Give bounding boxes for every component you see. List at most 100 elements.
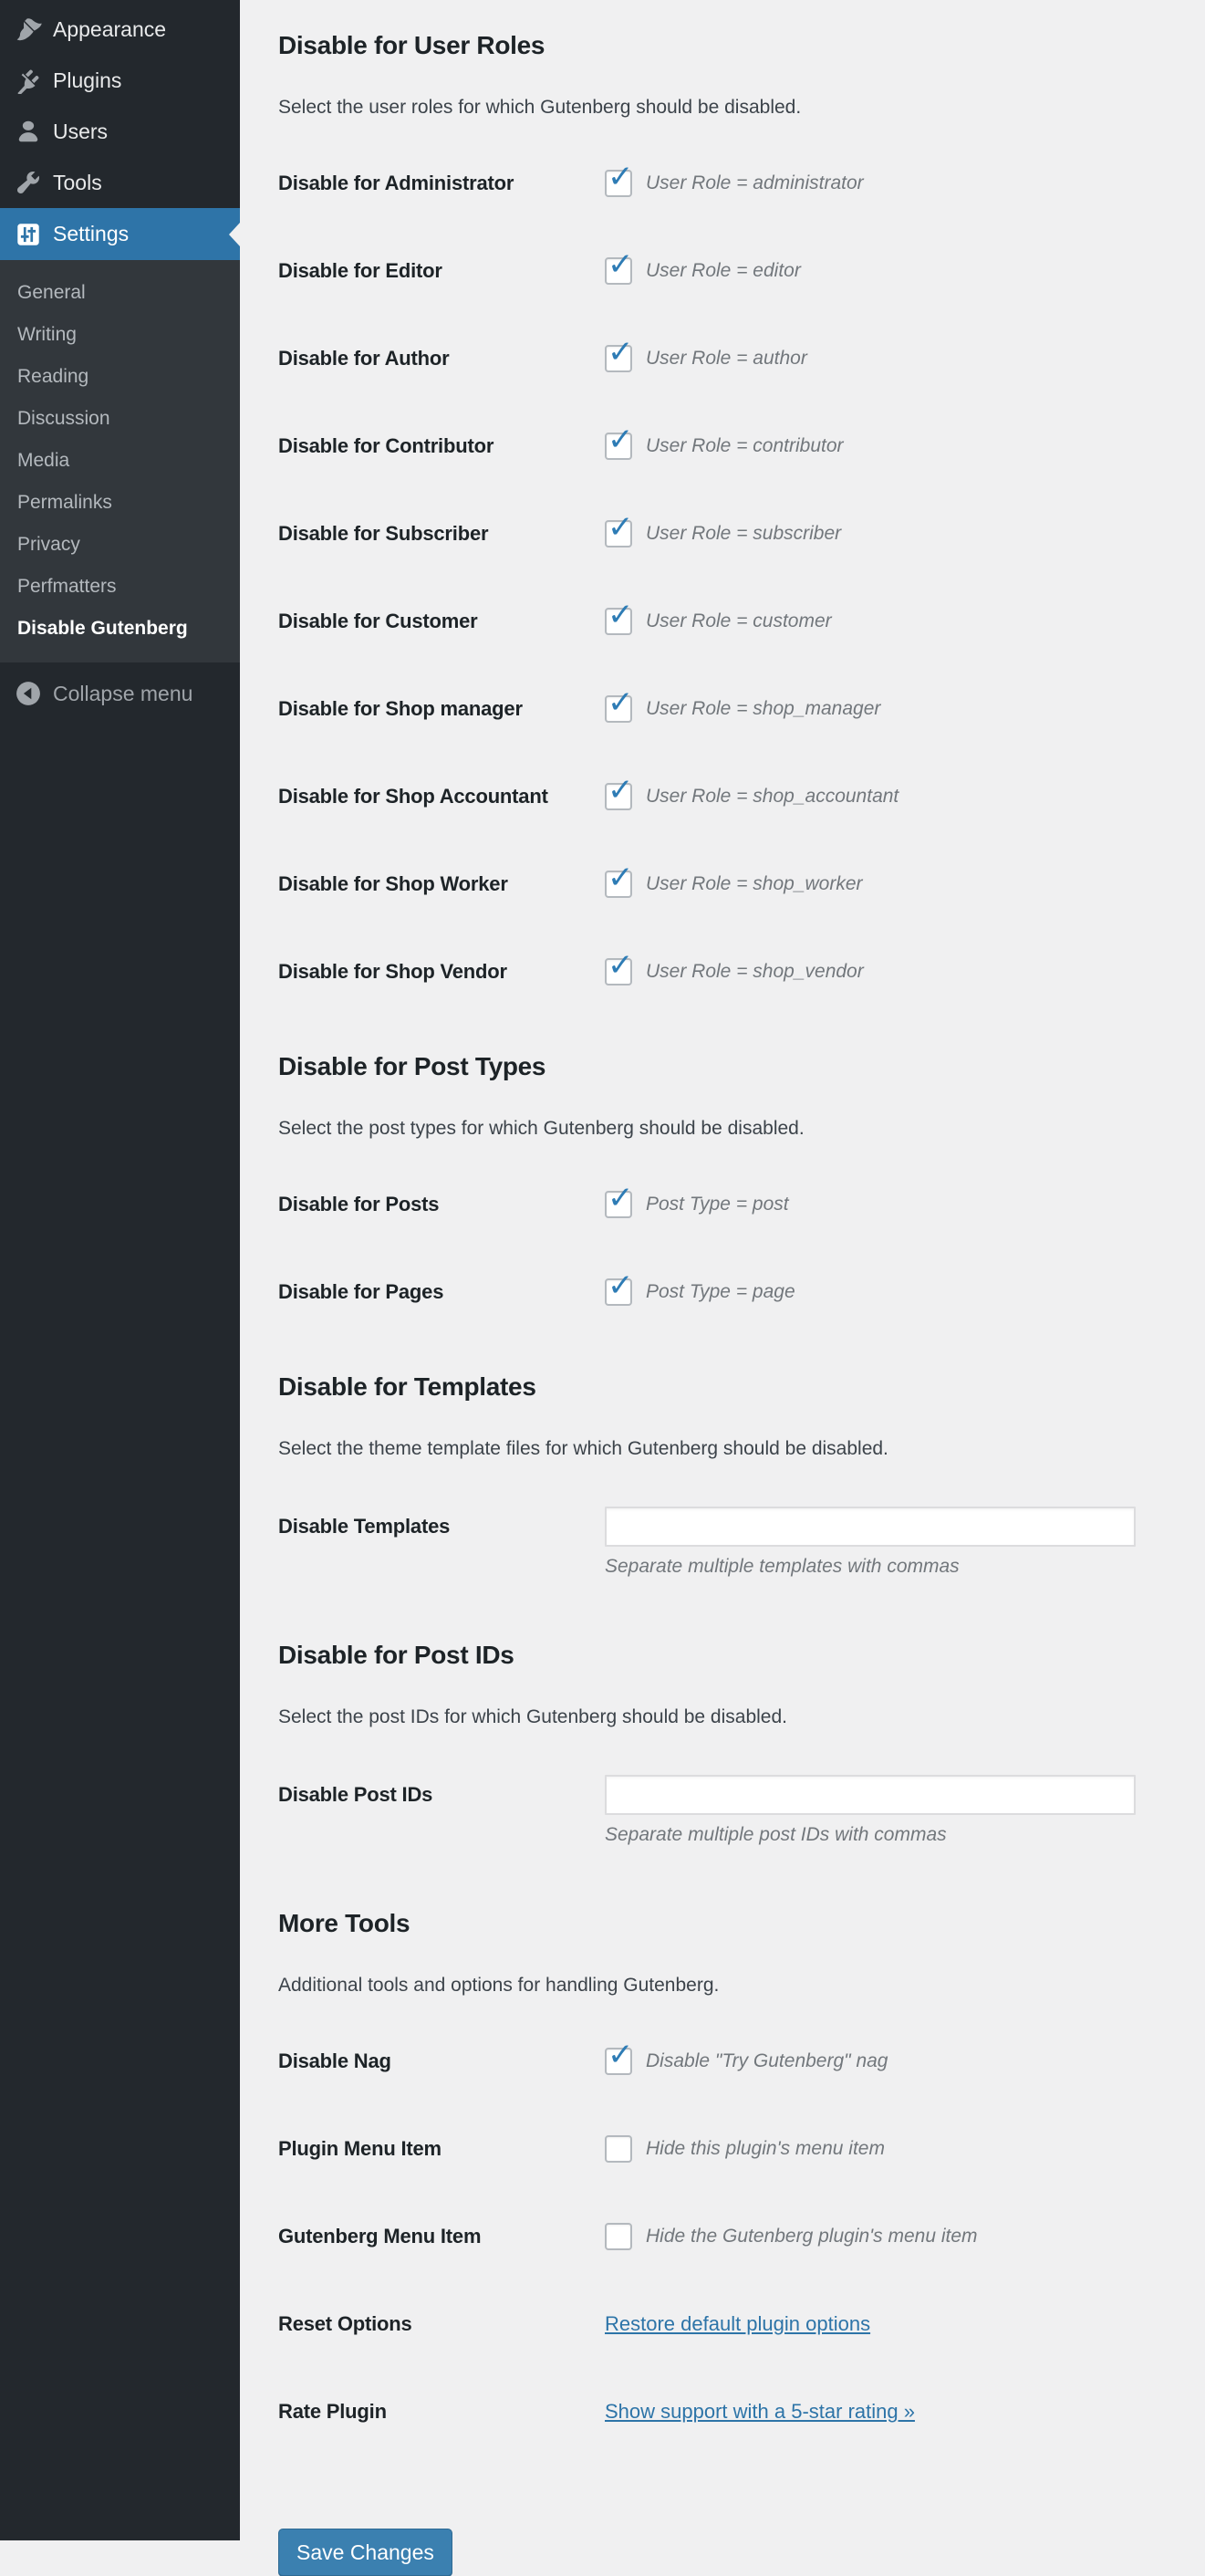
disable-nag-checkbox[interactable]: ✓: [605, 2048, 632, 2075]
setting-label: Disable for Pages: [278, 1280, 605, 1304]
submenu-item-writing[interactable]: Writing: [0, 314, 240, 356]
setting-label: Disable for Subscriber: [278, 522, 605, 546]
sidebar-item-label: Plugins: [53, 68, 121, 93]
sidebar-item-settings[interactable]: Settings: [0, 208, 240, 260]
section-title: Disable for Post IDs: [278, 1637, 1167, 1674]
check-icon: ✓: [608, 512, 634, 543]
setting-label: Disable for Author: [278, 347, 605, 370]
setting-label: Disable for Editor: [278, 259, 605, 283]
main-content: Disable for User Roles Select the user r…: [240, 0, 1205, 2540]
collapse-arrow-icon: [15, 680, 42, 707]
checkbox-description: Hide the Gutenberg plugin's menu item: [646, 2226, 978, 2247]
checkbox-description: Post Type = page: [646, 1281, 795, 1303]
submenu-item-reading[interactable]: Reading: [0, 356, 240, 398]
disable-administrator-checkbox[interactable]: ✓: [605, 170, 632, 197]
setting-label: Disable for Shop Accountant: [278, 785, 605, 808]
hide-plugin-menu-item-checkbox[interactable]: ✓: [605, 2135, 632, 2163]
sidebar-item-tools[interactable]: Tools: [0, 157, 240, 208]
setting-label: Disable Post IDs: [278, 1775, 605, 1847]
setting-row: Disable for Shop manager ✓ User Role = sh…: [278, 691, 1167, 727]
check-icon: ✓: [608, 424, 634, 455]
setting-label: Disable Templates: [278, 1507, 605, 1579]
section-title: Disable for User Roles: [278, 27, 1167, 64]
users-icon: [15, 118, 42, 145]
section-post-types: Disable for Post Types Select the post t…: [278, 1048, 1167, 1310]
checkbox-description: Post Type = post: [646, 1194, 789, 1215]
disable-subscriber-checkbox[interactable]: ✓: [605, 520, 632, 548]
post-type-rows: Disable for Posts ✓Post Type = post Disa…: [278, 1186, 1167, 1310]
check-icon: ✓: [608, 1183, 634, 1214]
check-icon: ✓: [608, 950, 634, 981]
section-templates: Disable for Templates Select the theme t…: [278, 1369, 1167, 1579]
setting-row: Disable for Pages ✓ Post Type = page: [278, 1274, 1167, 1310]
wordpress-admin: Appearance Plugins Users Tools: [0, 0, 1205, 2540]
admin-menu: Appearance Plugins Users Tools: [0, 0, 240, 715]
section-description: Select the post IDs for which Gutenberg …: [278, 1705, 1167, 1729]
setting-label: Disable for Shop manager: [278, 697, 605, 721]
setting-row: Disable for Editor ✓User Role = editor: [278, 253, 1167, 289]
submenu-item-perfmatters[interactable]: Perfmatters: [0, 566, 240, 608]
submenu-item-privacy[interactable]: Privacy: [0, 524, 240, 566]
section-post-ids: Disable for Post IDs Select the post IDs…: [278, 1637, 1167, 1847]
setting-row: Disable for Subscriber ✓ User Role = subs…: [278, 516, 1167, 552]
input-hint: Separate multiple templates with commas: [605, 1554, 1136, 1579]
submenu-item-general[interactable]: General: [0, 272, 240, 314]
sidebar-item-appearance[interactable]: Appearance: [0, 4, 240, 55]
submenu-item-media[interactable]: Media: [0, 440, 240, 482]
disable-editor-checkbox[interactable]: ✓: [605, 257, 632, 285]
settings-icon: [15, 221, 42, 248]
save-changes-button[interactable]: Save Changes: [278, 2529, 452, 2576]
disable-templates-input[interactable]: [605, 1507, 1136, 1547]
tools-icon: [15, 169, 42, 196]
settings-submenu: General Writing Reading Discussion Media…: [0, 260, 240, 662]
sidebar-item-label: Settings: [53, 222, 129, 246]
disable-pages-checkbox[interactable]: ✓: [605, 1278, 632, 1306]
appearance-icon: [15, 16, 42, 43]
rate-plugin-link[interactable]: Show support with a 5-star rating »: [605, 2400, 915, 2424]
check-icon: ✓: [608, 249, 634, 280]
setting-row: Disable for Shop Vendor ✓User Role = sho…: [278, 954, 1167, 990]
disable-contributor-checkbox[interactable]: ✓: [605, 433, 632, 460]
sidebar-item-users[interactable]: Users: [0, 106, 240, 157]
collapse-menu-button[interactable]: Collapse menu: [0, 672, 240, 715]
collapse-menu-label: Collapse menu: [53, 682, 192, 706]
setting-row: Disable for Customer ✓User Role = custom…: [278, 603, 1167, 640]
disable-shop-manager-checkbox[interactable]: ✓: [605, 695, 632, 723]
checkbox-description: User Role = subscriber: [646, 523, 841, 545]
setting-label: Disable for Administrator: [278, 172, 605, 195]
section-more-tools: More Tools Additional tools and options …: [278, 1905, 1167, 2430]
check-icon: ✓: [608, 337, 634, 368]
restore-defaults-link[interactable]: Restore default plugin options: [605, 2312, 870, 2336]
setting-row: Disable for Author ✓User Role = author: [278, 340, 1167, 377]
disable-shop-vendor-checkbox[interactable]: ✓: [605, 958, 632, 986]
submenu-item-discussion[interactable]: Discussion: [0, 398, 240, 440]
disable-shop-worker-checkbox[interactable]: ✓: [605, 871, 632, 898]
sidebar-item-label: Users: [53, 120, 108, 144]
checkbox-description: User Role = administrator: [646, 172, 864, 194]
sidebar-item-label: Tools: [53, 171, 102, 195]
sidebar-item-plugins[interactable]: Plugins: [0, 55, 240, 106]
disable-customer-checkbox[interactable]: ✓: [605, 608, 632, 635]
setting-row: Plugin Menu Item ✓ Hide this plugin's men…: [278, 2131, 1167, 2167]
disable-posts-checkbox[interactable]: ✓: [605, 1191, 632, 1218]
section-description: Select the user roles for which Gutenber…: [278, 95, 1167, 120]
hide-gutenberg-menu-item-checkbox[interactable]: ✓: [605, 2223, 632, 2250]
setting-row: Disable Post IDs Separate multiple post …: [278, 1775, 1167, 1847]
checkbox-description: Hide this plugin's menu item: [646, 2138, 885, 2160]
more-tools-rows: Disable Nag ✓Disable "Try Gutenberg" nag…: [278, 2043, 1167, 2430]
disable-shop-accountant-checkbox[interactable]: ✓: [605, 783, 632, 810]
section-title: Disable for Post Types: [278, 1048, 1167, 1085]
check-icon: ✓: [608, 862, 634, 893]
submenu-item-permalinks[interactable]: Permalinks: [0, 482, 240, 524]
checkbox-description: User Role = contributor: [646, 435, 844, 457]
submenu-item-disable-gutenberg[interactable]: Disable Gutenberg: [0, 608, 240, 650]
check-icon: ✓: [608, 775, 634, 806]
setting-label: Plugin Menu Item: [278, 2137, 605, 2161]
setting-row: Disable for Contributor ✓User Role = con…: [278, 428, 1167, 464]
checkbox-description: User Role = shop_manager: [646, 698, 880, 720]
section-description: Additional tools and options for handlin…: [278, 1973, 1167, 1997]
setting-label: Disable for Customer: [278, 610, 605, 633]
disable-author-checkbox[interactable]: ✓: [605, 345, 632, 372]
disable-post-ids-input[interactable]: [605, 1775, 1136, 1815]
current-item-arrow: [229, 223, 240, 246]
